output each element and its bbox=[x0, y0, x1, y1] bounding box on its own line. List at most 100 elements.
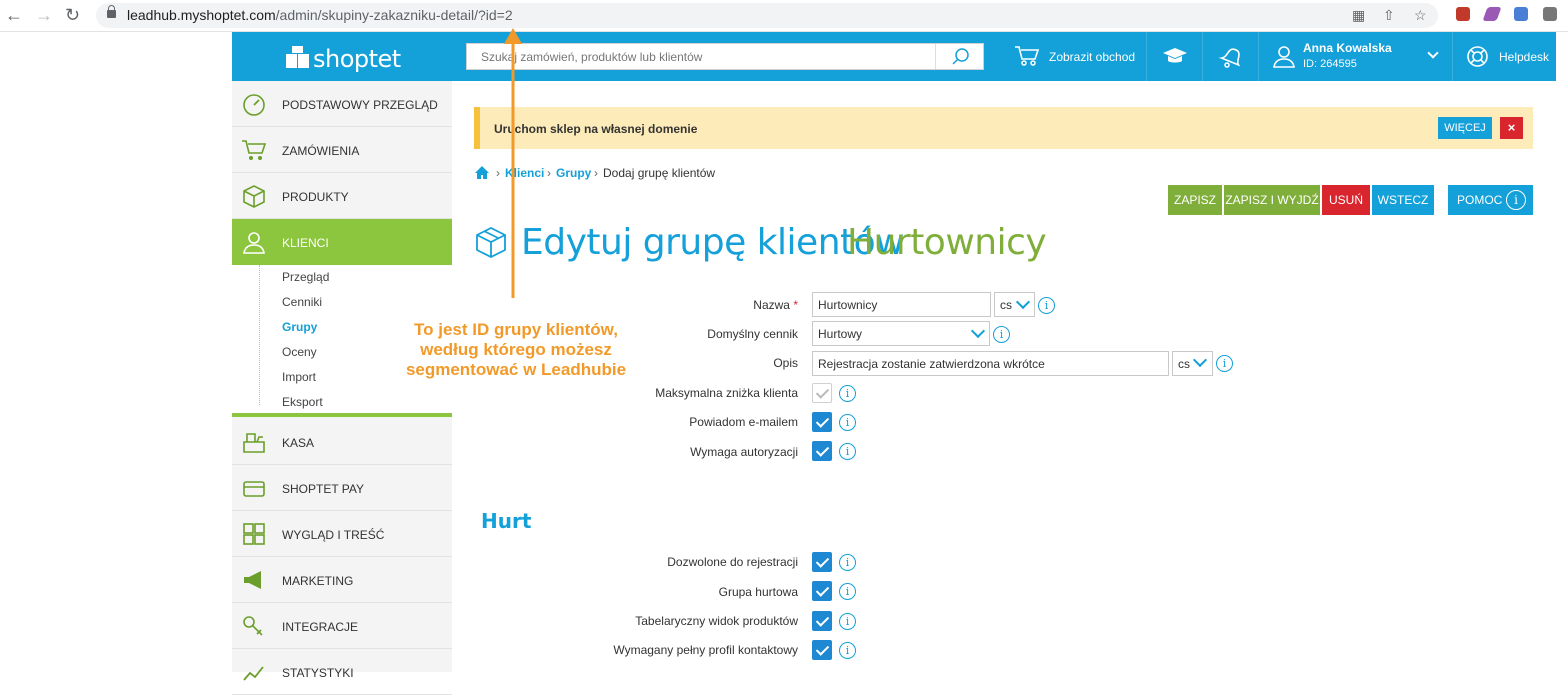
sidebar-item-integrations[interactable]: INTEGRACJE bbox=[232, 603, 452, 649]
sidebar-item-label: ZAMÓWIENIA bbox=[282, 144, 360, 158]
table-view-checkbox[interactable] bbox=[812, 611, 832, 631]
info-icon[interactable]: i bbox=[1216, 355, 1233, 372]
help-label: POMOC bbox=[1457, 193, 1503, 207]
sidebar-item-orders[interactable]: ZAMÓWIENIA bbox=[232, 127, 452, 173]
speedometer-icon bbox=[243, 94, 265, 116]
search-icon bbox=[952, 48, 969, 65]
requires-auth-checkbox[interactable] bbox=[812, 441, 832, 461]
delete-button[interactable]: USUŃ bbox=[1322, 185, 1370, 215]
shoptet-logo[interactable]: shoptet bbox=[286, 42, 401, 73]
sidebar-item-label: MARKETING bbox=[282, 574, 354, 588]
save-button[interactable]: ZAPISZ bbox=[1168, 185, 1222, 215]
info-icon[interactable]: i bbox=[839, 613, 856, 630]
home-icon[interactable] bbox=[474, 165, 490, 180]
description-label: Opis bbox=[773, 356, 798, 370]
info-icon[interactable]: i bbox=[839, 443, 856, 460]
help-button[interactable]: POMOC i bbox=[1448, 185, 1533, 215]
user-icon bbox=[1273, 46, 1295, 68]
sidebar-item-marketing[interactable]: MARKETING bbox=[232, 557, 452, 603]
wholesale-section-title: Hurt bbox=[481, 509, 532, 533]
back-icon[interactable]: ← bbox=[5, 6, 23, 24]
extension-plus-icon[interactable] bbox=[1514, 7, 1528, 21]
full-profile-checkbox[interactable] bbox=[812, 640, 832, 660]
allowed-registration-checkbox[interactable] bbox=[812, 552, 832, 572]
back-button[interactable]: WSTECZ bbox=[1372, 185, 1434, 215]
submenu-item-ratings[interactable]: Oceny bbox=[282, 345, 317, 359]
submenu-item-export[interactable]: Eksport bbox=[282, 395, 323, 409]
info-icon[interactable]: i bbox=[993, 326, 1010, 343]
info-icon[interactable]: i bbox=[839, 583, 856, 600]
info-icon[interactable]: i bbox=[839, 414, 856, 431]
show-store-link[interactable]: Zobrazit obchod bbox=[1002, 32, 1146, 81]
user-id: ID: 264595 bbox=[1303, 58, 1357, 70]
info-icon[interactable]: i bbox=[839, 642, 856, 659]
description-lang-select[interactable]: cs bbox=[1172, 351, 1213, 376]
info-icon[interactable]: i bbox=[839, 385, 856, 402]
extension-pen-icon[interactable] bbox=[1482, 7, 1502, 21]
submenu-item-pricelists[interactable]: Cenniki bbox=[282, 295, 322, 309]
sidebar-item-customers[interactable]: KLIENCI bbox=[232, 219, 452, 272]
name-lang-select[interactable]: cs bbox=[994, 292, 1035, 317]
info-icon[interactable]: i bbox=[1038, 297, 1055, 314]
sidebar-item-shoptet-pay[interactable]: SHOPTET PAY bbox=[232, 465, 452, 511]
wholesale-group-checkbox[interactable] bbox=[812, 581, 832, 601]
name-label: Nazwa * bbox=[753, 298, 798, 312]
forward-icon[interactable]: → bbox=[35, 6, 53, 24]
lifebuoy-icon bbox=[1467, 46, 1488, 67]
academy-button[interactable] bbox=[1146, 32, 1202, 81]
sidebar-item-label: KASA bbox=[282, 436, 315, 450]
domain-banner: Uruchom sklep na własnej domenie WIĘCEJ … bbox=[474, 107, 1533, 149]
browser-toolbar: ← → ↻ leadhub.myshoptet.com/admin/skupin… bbox=[0, 0, 1568, 32]
notify-email-label: Powiadom e-mailem bbox=[689, 415, 798, 429]
lock-icon bbox=[107, 5, 116, 18]
extension-camera-icon[interactable] bbox=[1543, 7, 1557, 21]
sidebar-item-overview[interactable]: PODSTAWOWY PRZEGLĄD bbox=[232, 81, 452, 127]
pricelist-select[interactable]: Hurtowy bbox=[812, 321, 990, 346]
more-button[interactable]: WIĘCEJ bbox=[1438, 117, 1492, 139]
submenu-item-import[interactable]: Import bbox=[282, 370, 316, 384]
notify-email-checkbox[interactable] bbox=[812, 412, 832, 432]
save-and-exit-button[interactable]: ZAPISZ I WYJDŹ bbox=[1224, 185, 1320, 215]
sidebar-item-pos[interactable]: KASA bbox=[232, 419, 452, 465]
allowed-registration-label: Dozwolone do rejestracji bbox=[667, 555, 798, 569]
breadcrumb-customers[interactable]: Klienci bbox=[505, 166, 544, 180]
name-input[interactable]: Hurtownicy bbox=[812, 292, 991, 317]
sidebar-item-statistics[interactable]: STATYSTYKI bbox=[232, 649, 452, 695]
helpdesk-link[interactable]: Helpdesk bbox=[1452, 32, 1556, 81]
group-name-heading: Hurtownicy bbox=[847, 222, 1047, 263]
sidebar-item-label: KLIENCI bbox=[282, 236, 329, 250]
show-store-label: Zobrazit obchod bbox=[1049, 50, 1136, 64]
search-input[interactable] bbox=[467, 44, 935, 69]
description-input[interactable]: Rejestracja zostanie zatwierdzona wkrótc… bbox=[812, 351, 1169, 376]
sidebar-item-products[interactable]: PRODUKTY bbox=[232, 173, 452, 219]
app-header: shoptet Zobrazit obchod bbox=[232, 32, 1556, 81]
user-icon bbox=[243, 232, 265, 254]
requires-auth-label: Wymaga autoryzacji bbox=[690, 445, 798, 459]
notifications-button[interactable] bbox=[1202, 32, 1258, 81]
sidebar-item-appearance[interactable]: WYGLĄD I TREŚĆ bbox=[232, 511, 452, 557]
user-menu[interactable]: Anna Kowalska ID: 264595 bbox=[1258, 32, 1452, 81]
extension-icon[interactable] bbox=[1456, 7, 1470, 21]
close-banner-button[interactable]: × bbox=[1500, 117, 1523, 139]
box-icon bbox=[243, 185, 265, 208]
share-icon[interactable]: ⇧ bbox=[1383, 7, 1395, 24]
search-button[interactable] bbox=[935, 44, 983, 69]
logo-cube-icon bbox=[286, 46, 309, 68]
annotation-line: segmentować w Leadhubie bbox=[405, 360, 627, 379]
plug-icon bbox=[243, 616, 263, 636]
submenu-item-groups[interactable]: Grupy bbox=[282, 320, 317, 334]
tree-line bbox=[259, 265, 260, 405]
address-bar[interactable]: leadhub.myshoptet.com/admin/skupiny-zaka… bbox=[96, 3, 1438, 28]
max-discount-checkbox[interactable] bbox=[812, 383, 832, 403]
chevron-down-icon bbox=[1427, 47, 1439, 59]
url-text: leadhub.myshoptet.com/admin/skupiny-zaka… bbox=[127, 7, 513, 23]
breadcrumb-groups[interactable]: Grupy bbox=[556, 166, 591, 180]
reload-icon[interactable]: ↻ bbox=[65, 6, 80, 24]
bookmark-star-icon[interactable]: ☆ bbox=[1414, 7, 1427, 24]
sidebar-item-label: SHOPTET PAY bbox=[282, 482, 365, 496]
submenu-item-overview[interactable]: Przegląd bbox=[282, 270, 329, 284]
annotation-text: To jest ID grupy klientów, według któreg… bbox=[392, 320, 640, 380]
translate-icon[interactable]: ▦ bbox=[1352, 7, 1365, 24]
sidebar-item-label: INTEGRACJE bbox=[282, 620, 359, 634]
info-icon[interactable]: i bbox=[839, 554, 856, 571]
